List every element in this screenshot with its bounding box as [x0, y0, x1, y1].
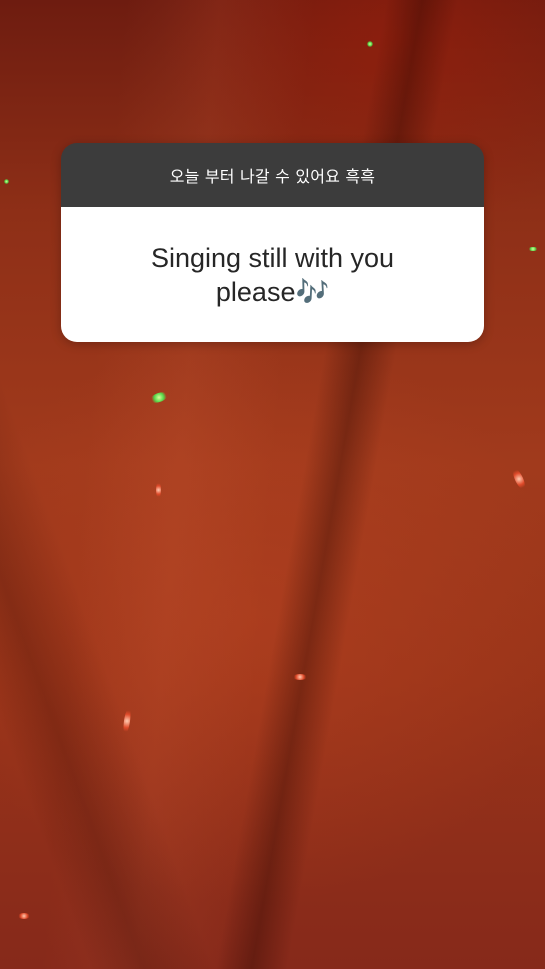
laser-dot	[156, 482, 161, 498]
question-sticker[interactable]: 오늘 부터 나갈 수 있어요 흑흑 Singing still with you…	[61, 143, 484, 342]
question-sticker-body: Singing still with you please🎶	[61, 207, 484, 342]
question-sticker-header: 오늘 부터 나갈 수 있어요 흑흑	[61, 143, 484, 207]
laser-dot	[528, 247, 538, 251]
laser-dot	[4, 179, 9, 184]
laser-dot	[367, 41, 373, 47]
question-prompt: 오늘 부터 나갈 수 있어요 흑흑	[169, 167, 376, 186]
question-answer: Singing still with you please🎶	[150, 242, 395, 307]
laser-dot	[293, 674, 307, 680]
laser-dot	[18, 913, 30, 919]
